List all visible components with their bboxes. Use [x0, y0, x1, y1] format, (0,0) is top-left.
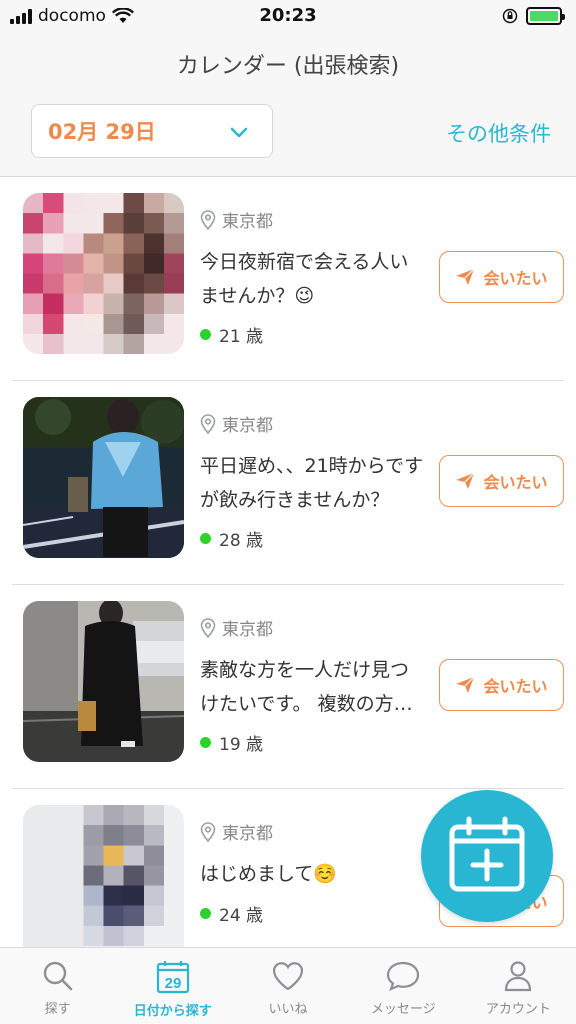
calendar-icon: 29	[156, 961, 189, 994]
location: 東京都	[200, 615, 273, 640]
online-status-dot	[200, 329, 211, 340]
tab-search[interactable]: 探す	[0, 948, 115, 1024]
age-info: 28 歳	[200, 526, 263, 551]
selected-date: 02月 29日	[48, 120, 156, 144]
location-pin-icon	[200, 821, 216, 842]
other-conditions-link[interactable]: その他条件	[446, 118, 551, 148]
person-icon	[505, 961, 532, 992]
list-item[interactable]: 東京都 平日遅め、、21時からですが飲み行きませんか？ 28 歳 会いたい	[0, 381, 576, 585]
age-info: 21 歳	[200, 322, 263, 347]
tab-account[interactable]: アカウント	[461, 948, 576, 1024]
age-label: 21 歳	[219, 327, 264, 347]
tab-date-search[interactable]: 29 日付から探す	[115, 948, 230, 1024]
tab-label: アカウント	[485, 1002, 551, 1017]
want-to-meet-button[interactable]: 会いたい	[439, 455, 564, 507]
profile-photo[interactable]	[23, 397, 184, 558]
tab-label: 探す	[44, 1002, 71, 1017]
profile-photo[interactable]	[23, 193, 184, 354]
page-title: カレンダー (出張検索)	[176, 54, 400, 79]
location-label: 東京都	[222, 212, 273, 232]
age-info: 24 歳	[200, 901, 263, 926]
age-info: 19 歳	[200, 730, 263, 755]
profile-photo[interactable]	[23, 601, 184, 762]
list-item[interactable]: 東京都 素敵な方を一人だけ見つけたいです。 複数の方… 19 歳 会いたい	[0, 585, 576, 789]
paper-plane-icon	[456, 268, 475, 285]
tab-likes[interactable]: いいね	[230, 948, 345, 1024]
post-message: 素敵な方を一人だけ見つけたいです。 複数の方…	[200, 659, 413, 715]
location-pin-icon	[200, 209, 216, 230]
want-to-meet-button[interactable]: 会いたい	[439, 251, 564, 303]
want-to-meet-button[interactable]: 会いたい	[439, 659, 564, 711]
date-select[interactable]: 02月 29日	[31, 104, 273, 158]
orientation-lock-icon	[502, 8, 518, 24]
tab-messages[interactable]: メッセージ	[346, 948, 461, 1024]
tab-label: いいね	[268, 1002, 308, 1017]
location: 東京都	[200, 207, 273, 232]
location-label: 東京都	[222, 620, 273, 640]
want-to-meet-label: 会いたい	[483, 473, 548, 492]
calendar-day: 29	[164, 975, 181, 992]
location-pin-icon	[200, 617, 216, 638]
location-pin-icon	[200, 413, 216, 434]
location-label: 東京都	[222, 416, 273, 436]
online-status-dot	[200, 737, 211, 748]
location: 東京都	[200, 411, 273, 436]
age-label: 19 歳	[219, 735, 264, 755]
post-message: 今日夜新宿で会える人いませんか？😉	[200, 251, 409, 307]
post-message: はじめまして☺️	[200, 863, 338, 885]
add-schedule-button[interactable]	[421, 790, 553, 922]
calendar-add-icon	[449, 816, 525, 892]
online-status-dot	[200, 533, 211, 544]
profile-photo[interactable]	[23, 805, 184, 947]
tab-label: 日付から探す	[133, 1004, 212, 1019]
want-to-meet-label: 会いたい	[483, 269, 548, 288]
chat-bubble-icon	[387, 961, 420, 992]
location-label: 東京都	[222, 824, 273, 844]
online-status-dot	[200, 908, 211, 919]
age-label: 24 歳	[219, 906, 264, 926]
want-to-meet-label: 会いたい	[483, 677, 548, 696]
search-icon	[43, 961, 72, 991]
heart-icon	[272, 962, 304, 991]
status-bar: docomo 20:23	[0, 0, 576, 34]
age-label: 28 歳	[219, 531, 264, 551]
post-message: 平日遅め、、21時からですが飲み行きませんか？	[200, 455, 424, 511]
tab-label: メッセージ	[370, 1002, 436, 1017]
paper-plane-icon	[456, 676, 475, 693]
chevron-down-icon	[230, 127, 248, 138]
list-item[interactable]: 東京都 今日夜新宿で会える人いませんか？😉 21 歳 会いたい	[0, 177, 576, 381]
status-time: 20:23	[259, 5, 317, 26]
tab-bar: 探す 29 日付から探す いいね メッセージ アカウント	[0, 947, 576, 1024]
location: 東京都	[200, 819, 273, 844]
paper-plane-icon	[456, 472, 475, 489]
battery-icon	[526, 7, 565, 25]
